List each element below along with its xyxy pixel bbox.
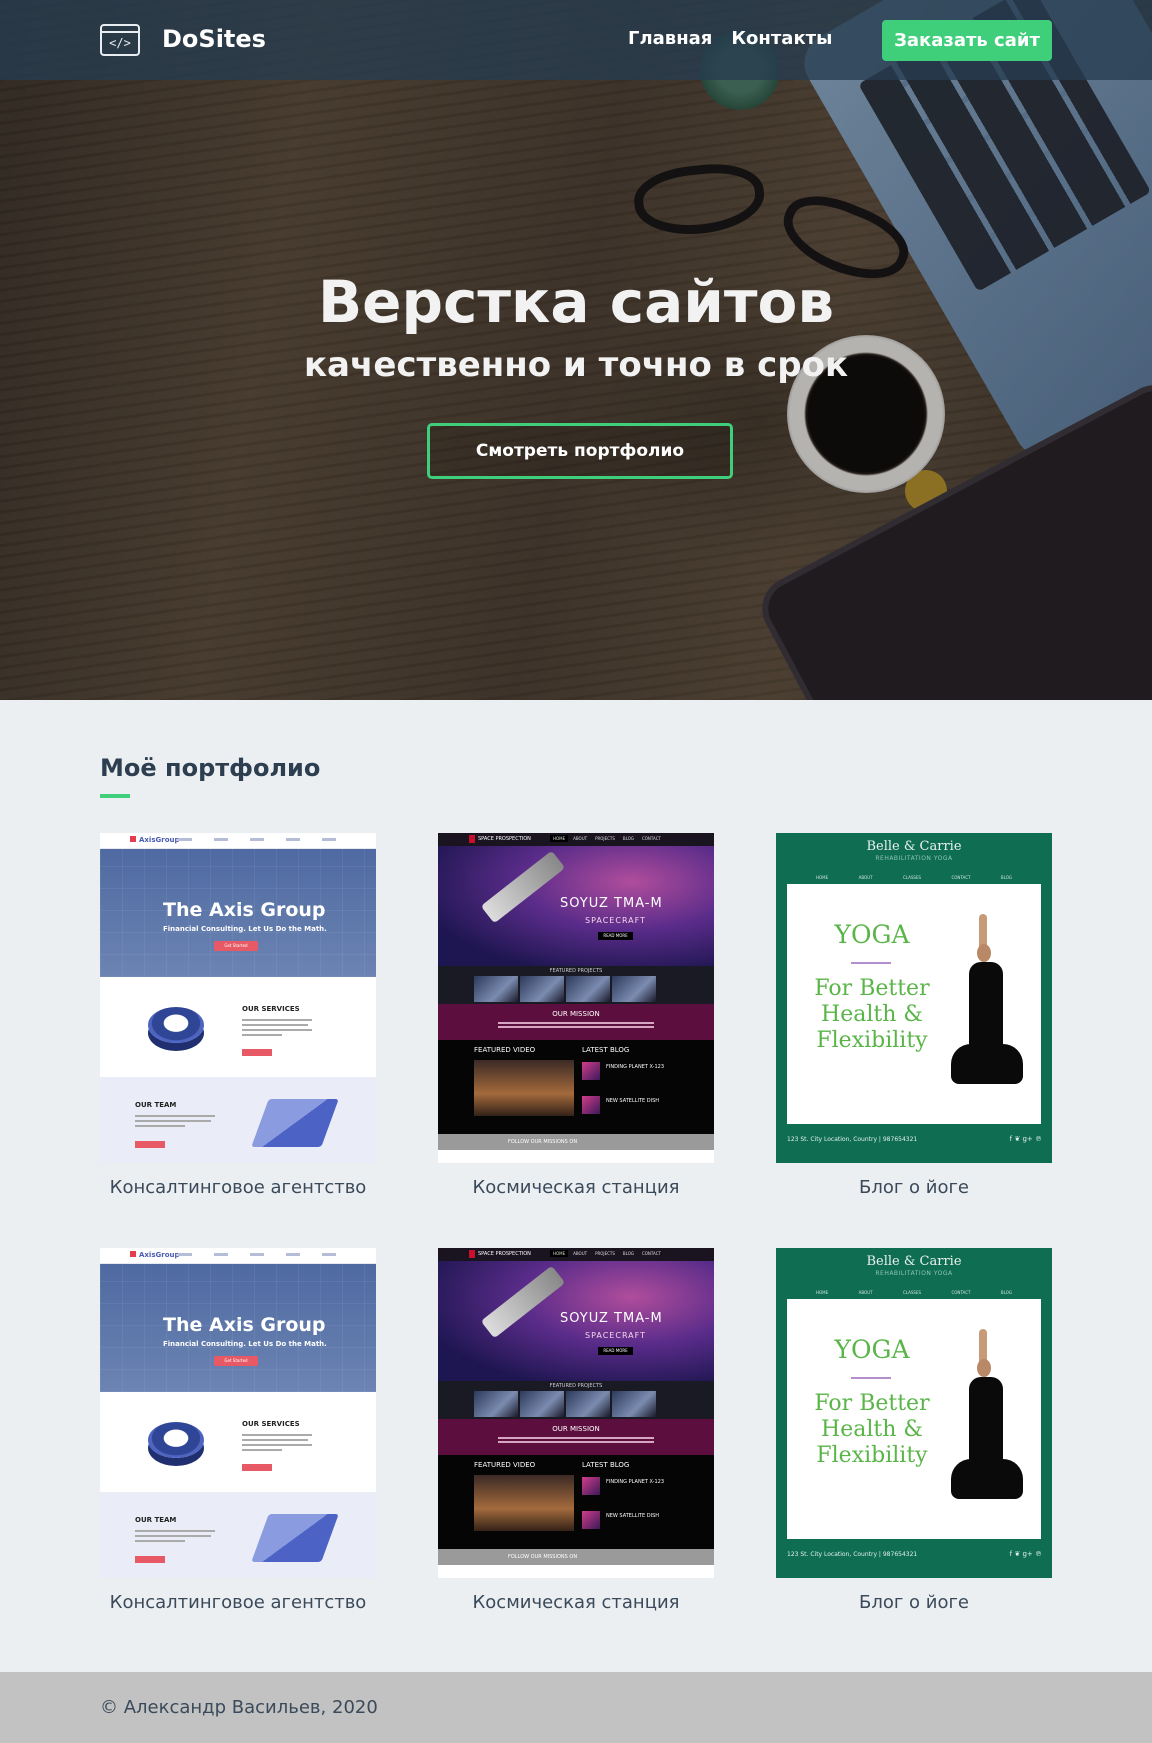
thumb-title: SOYUZ TMA-M <box>560 1311 663 1326</box>
copyright: © Александр Васильев, 2020 <box>100 1697 378 1718</box>
title-underline <box>100 794 130 798</box>
yoga-figure-icon <box>947 914 1027 1104</box>
thumb-yoga-word: YOGA <box>834 920 910 949</box>
thumb-subtitle: SPACECRAFT <box>585 1331 647 1340</box>
donut-chart-icon <box>148 1422 204 1458</box>
thumb-services: OUR SERVICES <box>100 1392 376 1492</box>
nav-links: Главная Контакты <box>628 28 832 49</box>
portfolio-thumbnail[interactable]: Belle & Carrie REHABILITATION YOGA HOME A… <box>776 1248 1052 1578</box>
thumb-hero: The Axis Group Financial Consulting. Let… <box>100 849 376 977</box>
isometric-illustration-icon <box>251 1514 339 1562</box>
thumb-featured: FEATURED PROJECTS <box>438 966 714 1004</box>
view-portfolio-button[interactable]: Смотреть портфолио <box>427 423 733 479</box>
thumb-featured: FEATURED PROJECTS <box>438 1381 714 1419</box>
portfolio-thumbnail[interactable]: SPACE PROSPECTION HOME ABOUT PROJECTS BL… <box>438 833 714 1163</box>
section-title: Моё портфолио <box>100 754 321 782</box>
thumb-content: FEATURED VIDEO LATEST BLOG FINDING PLANE… <box>438 1040 714 1134</box>
social-icons: f ❦ g+ ℗ <box>1009 1550 1042 1558</box>
thumb-logo: AxisGroup <box>130 1251 180 1259</box>
thumb-button: Get Started <box>214 1356 258 1366</box>
thumb-nav: AxisGroup <box>100 1248 376 1264</box>
portfolio-caption[interactable]: Блог о йоге <box>776 1177 1052 1198</box>
footer: © Александр Васильев, 2020 <box>0 1672 1152 1743</box>
order-site-button[interactable]: Заказать сайт <box>882 20 1052 61</box>
thumb-nav: HOME ABOUT CLASSES CONTACT BLOG <box>816 875 1012 880</box>
thumb-nav: SPACE PROSPECTION HOME ABOUT PROJECTS BL… <box>438 1248 714 1261</box>
thumb-mission: OUR MISSION <box>438 1004 714 1040</box>
brand-name[interactable]: DoSites <box>162 25 266 53</box>
portfolio-section: Моё портфолио AxisGroup The Axis Group F… <box>0 700 1152 1672</box>
hero-section: </> DoSites Главная Контакты Заказать са… <box>0 0 1152 700</box>
portfolio-caption[interactable]: Консалтинговое агентство <box>100 1177 376 1198</box>
thumb-nav: SPACE PROSPECTION HOME ABOUT PROJECTS BL… <box>438 833 714 846</box>
thumb-hero: SOYUZ TMA-M SPACECRAFT READ MORE <box>438 1261 714 1381</box>
donut-chart-icon <box>148 1007 204 1043</box>
portfolio-card[interactable]: Belle & Carrie REHABILITATION YOGA HOME A… <box>776 1248 1052 1613</box>
thumb-nav: HOME ABOUT CLASSES CONTACT BLOG <box>816 1290 1012 1295</box>
thumb-subtitle: Financial Consulting. Let Us Do the Math… <box>163 925 327 933</box>
nav-link-home[interactable]: Главная <box>628 28 712 49</box>
thumb-content: FEATURED VIDEO LATEST BLOG FINDING PLANE… <box>438 1455 714 1549</box>
hero-subtitle: качественно и точно в срок <box>303 345 849 385</box>
isometric-illustration-icon <box>251 1099 339 1147</box>
thumb-panel: YOGA For Better Health & Flexibility <box>787 884 1041 1124</box>
thumb-footer: FOLLOW OUR MISSIONS ON <box>438 1134 714 1150</box>
thumb-nav: AxisGroup <box>100 833 376 849</box>
portfolio-caption[interactable]: Космическая станция <box>438 1592 714 1613</box>
code-window-icon[interactable]: </> <box>100 24 140 56</box>
portfolio-caption[interactable]: Космическая станция <box>438 1177 714 1198</box>
thumb-hero: SOYUZ TMA-M SPACECRAFT READ MORE <box>438 846 714 966</box>
thumb-subtitle: REHABILITATION YOGA <box>875 1270 953 1277</box>
thumb-title: The Axis Group <box>163 899 326 921</box>
hero-title: Верстка сайтов <box>317 268 835 336</box>
thumb-subtitle: Financial Consulting. Let Us Do the Math… <box>163 1340 327 1348</box>
portfolio-card[interactable]: AxisGroup The Axis Group Financial Consu… <box>100 833 376 1198</box>
portfolio-card[interactable]: SPACE PROSPECTION HOME ABOUT PROJECTS BL… <box>438 1248 714 1613</box>
portfolio-card[interactable]: SPACE PROSPECTION HOME ABOUT PROJECTS BL… <box>438 833 714 1198</box>
thumb-team: OUR TEAM <box>100 1492 376 1578</box>
thumb-services-title: OUR SERVICES <box>242 1420 300 1428</box>
portfolio-card[interactable]: AxisGroup The Axis Group Financial Consu… <box>100 1248 376 1613</box>
social-icons: f ❦ g+ ℗ <box>1009 1135 1042 1143</box>
nav-link-contacts[interactable]: Контакты <box>731 28 832 49</box>
thumb-footer: 123 St. City Location, Country | 9876543… <box>787 1136 918 1143</box>
thumb-footer: 123 St. City Location, Country | 9876543… <box>787 1551 918 1558</box>
thumb-team-title: OUR TEAM <box>135 1101 177 1109</box>
thumb-subtitle: SPACECRAFT <box>585 916 647 925</box>
thumb-services-title: OUR SERVICES <box>242 1005 300 1013</box>
thumb-button: Get Started <box>214 941 258 951</box>
portfolio-card[interactable]: Belle & Carrie REHABILITATION YOGA HOME A… <box>776 833 1052 1198</box>
portfolio-thumbnail[interactable]: AxisGroup The Axis Group Financial Consu… <box>100 1248 376 1578</box>
yoga-figure-icon <box>947 1329 1027 1519</box>
thumb-mission: OUR MISSION <box>438 1419 714 1455</box>
thumb-title: The Axis Group <box>163 1314 326 1336</box>
video-thumbnail-icon <box>474 1475 574 1531</box>
portfolio-thumbnail[interactable]: SPACE PROSPECTION HOME ABOUT PROJECTS BL… <box>438 1248 714 1578</box>
thumb-logo: AxisGroup <box>130 836 180 844</box>
video-thumbnail-icon <box>474 1060 574 1116</box>
thumb-team-title: OUR TEAM <box>135 1516 177 1524</box>
navbar: </> DoSites Главная Контакты Заказать са… <box>0 0 1152 80</box>
thumb-title: Belle & Carrie <box>866 839 962 854</box>
thumb-slogan: For Better Health & Flexibility <box>814 976 930 1053</box>
thumb-panel: YOGA For Better Health & Flexibility <box>787 1299 1041 1539</box>
thumb-team: OUR TEAM <box>100 1077 376 1163</box>
thumb-slogan: For Better Health & Flexibility <box>814 1391 930 1468</box>
thumb-title: Belle & Carrie <box>866 1254 962 1269</box>
thumb-services: OUR SERVICES <box>100 977 376 1077</box>
portfolio-caption[interactable]: Консалтинговое агентство <box>100 1592 376 1613</box>
portfolio-thumbnail[interactable]: AxisGroup The Axis Group Financial Consu… <box>100 833 376 1163</box>
thumb-footer: FOLLOW OUR MISSIONS ON <box>438 1549 714 1565</box>
thumb-title: SOYUZ TMA-M <box>560 896 663 911</box>
thumb-yoga-word: YOGA <box>834 1335 910 1364</box>
thumb-subtitle: REHABILITATION YOGA <box>875 855 953 862</box>
portfolio-caption[interactable]: Блог о йоге <box>776 1592 1052 1613</box>
thumb-hero: The Axis Group Financial Consulting. Let… <box>100 1264 376 1392</box>
portfolio-thumbnail[interactable]: Belle & Carrie REHABILITATION YOGA HOME A… <box>776 833 1052 1163</box>
